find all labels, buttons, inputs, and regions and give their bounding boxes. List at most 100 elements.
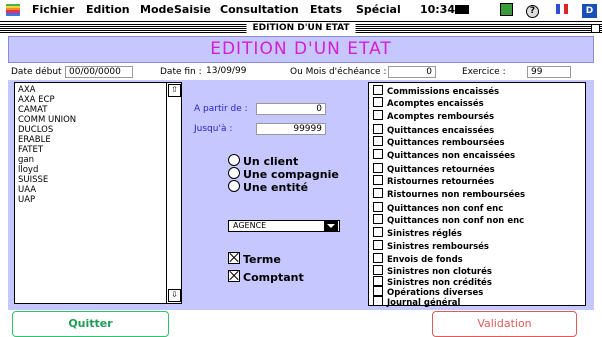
checkbox[interactable] (373, 227, 383, 237)
report-item[interactable]: Quittances remboursées (373, 136, 505, 148)
report-item[interactable]: Quittances non encaissées (373, 149, 516, 161)
report-label: Sinistres remboursés (387, 242, 489, 252)
report-checklist: Commissions encaissés Acomptes encaissés… (368, 82, 586, 308)
report-item[interactable]: Journal général (373, 296, 460, 308)
checkbox-checked[interactable] (228, 252, 240, 264)
list-item[interactable]: UAA (18, 185, 76, 195)
checkbox[interactable] (373, 202, 383, 212)
date-debut-field[interactable]: 00/00/0000 (65, 66, 133, 78)
list-item[interactable]: gan (18, 155, 76, 165)
checkbox[interactable] (373, 97, 383, 107)
app-icon[interactable]: D (582, 3, 597, 18)
checkbox[interactable] (373, 253, 383, 263)
puzzle-icon[interactable] (500, 3, 513, 19)
report-item[interactable]: Quittances retournées (373, 163, 495, 175)
checkbox[interactable] (373, 110, 383, 120)
report-item[interactable]: Quittances encaissées (373, 124, 494, 136)
mois-field[interactable]: 0 (388, 66, 436, 78)
zoom-box-icon[interactable] (591, 24, 600, 33)
list-scrollbar[interactable]: ⇧ ⇩ (166, 83, 181, 303)
checkbox[interactable] (373, 240, 383, 250)
menu-mode[interactable]: Mode (140, 3, 174, 16)
checkbox[interactable] (373, 265, 383, 275)
report-label: Envois de fonds (387, 255, 463, 265)
window-title-bar[interactable]: EDITION D'UN ETAT (0, 22, 602, 35)
report-item[interactable]: Commissions encaissés (373, 85, 499, 97)
report-item[interactable]: Acomptes encaissés (373, 97, 484, 109)
checkbox[interactable] (373, 124, 383, 134)
checkbox[interactable] (373, 136, 383, 146)
report-item[interactable]: Sinistres réglés (373, 227, 462, 239)
report-item[interactable]: Quittances non conf enc (373, 202, 504, 214)
apple-icon[interactable] (6, 1, 20, 22)
date-fin-field[interactable]: 13/09/99 (203, 66, 257, 78)
report-label: Ristournes retournées (387, 177, 495, 187)
help-icon[interactable]: ? (526, 3, 539, 18)
radio-button[interactable] (228, 180, 240, 192)
checkbox[interactable] (373, 286, 383, 296)
mois-label: Ou Mois d'échéance : (290, 67, 387, 77)
check-terme[interactable]: Terme (228, 252, 281, 266)
list-item[interactable]: COMM UNION (18, 115, 76, 125)
report-item[interactable]: Sinistres non cloturés (373, 265, 492, 277)
report-item[interactable]: Ristournes non remboursées (373, 188, 526, 200)
report-item[interactable]: Envois de fonds (373, 253, 463, 265)
list-item[interactable]: ERABLE (18, 135, 76, 145)
agence-select[interactable]: AGENCE (228, 220, 340, 232)
report-item[interactable]: Quittances non conf non enc (373, 214, 525, 226)
menu-edition[interactable]: Edition (86, 3, 130, 16)
radio-button[interactable] (228, 167, 240, 179)
list-item[interactable]: CAMAT (18, 105, 76, 115)
flag-icon[interactable] (556, 4, 568, 17)
menu-consultation[interactable]: Consultation (220, 3, 299, 16)
checkbox[interactable] (373, 175, 383, 185)
list-item[interactable]: AXA ECP (18, 95, 76, 105)
dropdown-arrow-icon[interactable] (324, 221, 338, 231)
report-label: Ristournes non remboursées (387, 190, 526, 200)
from-label: A partir de : (194, 104, 248, 114)
checkbox[interactable] (373, 214, 383, 224)
exercice-field[interactable]: 99 (527, 66, 571, 78)
to-field[interactable]: 99999 (256, 123, 326, 135)
report-item[interactable]: Ristournes retournées (373, 175, 495, 187)
list-item[interactable]: SUISSE (18, 175, 76, 185)
radio-entite[interactable]: Une entité (228, 180, 308, 194)
checkbox[interactable] (373, 85, 383, 95)
checkbox[interactable] (373, 276, 383, 286)
list-item[interactable]: FATET (18, 145, 76, 155)
checkbox[interactable] (373, 163, 383, 173)
menu-special[interactable]: Spécial (356, 3, 401, 16)
checkbox-checked[interactable] (228, 270, 240, 282)
check-comptant[interactable]: Comptant (228, 270, 304, 284)
list-item[interactable]: lloyd (18, 165, 76, 175)
validate-button[interactable]: Validation (432, 311, 577, 337)
list-item[interactable]: UAP (18, 195, 76, 205)
menu-etats[interactable]: Etats (310, 3, 342, 16)
report-label: Quittances non encaissées (387, 151, 516, 161)
list-item[interactable]: AXA (18, 85, 76, 95)
company-list[interactable]: AXA AXA ECP CAMAT COMM UNION DUCLOS ERAB… (14, 82, 182, 304)
checkbox[interactable] (373, 149, 383, 159)
date-debut-label: Date début : (11, 67, 68, 77)
from-field[interactable]: 0 (256, 103, 326, 115)
report-label: Quittances remboursées (387, 138, 505, 148)
checkbox[interactable] (373, 188, 383, 198)
radio-button[interactable] (228, 154, 240, 166)
radio-compagnie[interactable]: Une compagnie (228, 167, 339, 181)
report-item[interactable]: Acomptes remboursés (373, 110, 494, 122)
window-title: EDITION D'UN ETAT (246, 22, 356, 35)
report-item[interactable]: Sinistres remboursés (373, 240, 489, 252)
list-item[interactable]: DUCLOS (18, 125, 76, 135)
menu-saisie[interactable]: Saisie (174, 3, 211, 16)
clock: 10:34 (420, 3, 456, 16)
report-label: Quittances non conf non enc (387, 216, 525, 226)
quit-button[interactable]: Quitter (12, 311, 169, 337)
checkbox[interactable] (373, 296, 383, 306)
scroll-up-icon[interactable]: ⇧ (168, 84, 181, 97)
report-label: Quittances non conf enc (387, 204, 504, 214)
menu-fichier[interactable]: Fichier (32, 3, 74, 16)
date-fin-label: Date fin : (160, 67, 202, 77)
radio-client[interactable]: Un client (228, 154, 298, 168)
report-label: Quittances retournées (387, 165, 495, 175)
scroll-down-icon[interactable]: ⇩ (168, 289, 181, 302)
